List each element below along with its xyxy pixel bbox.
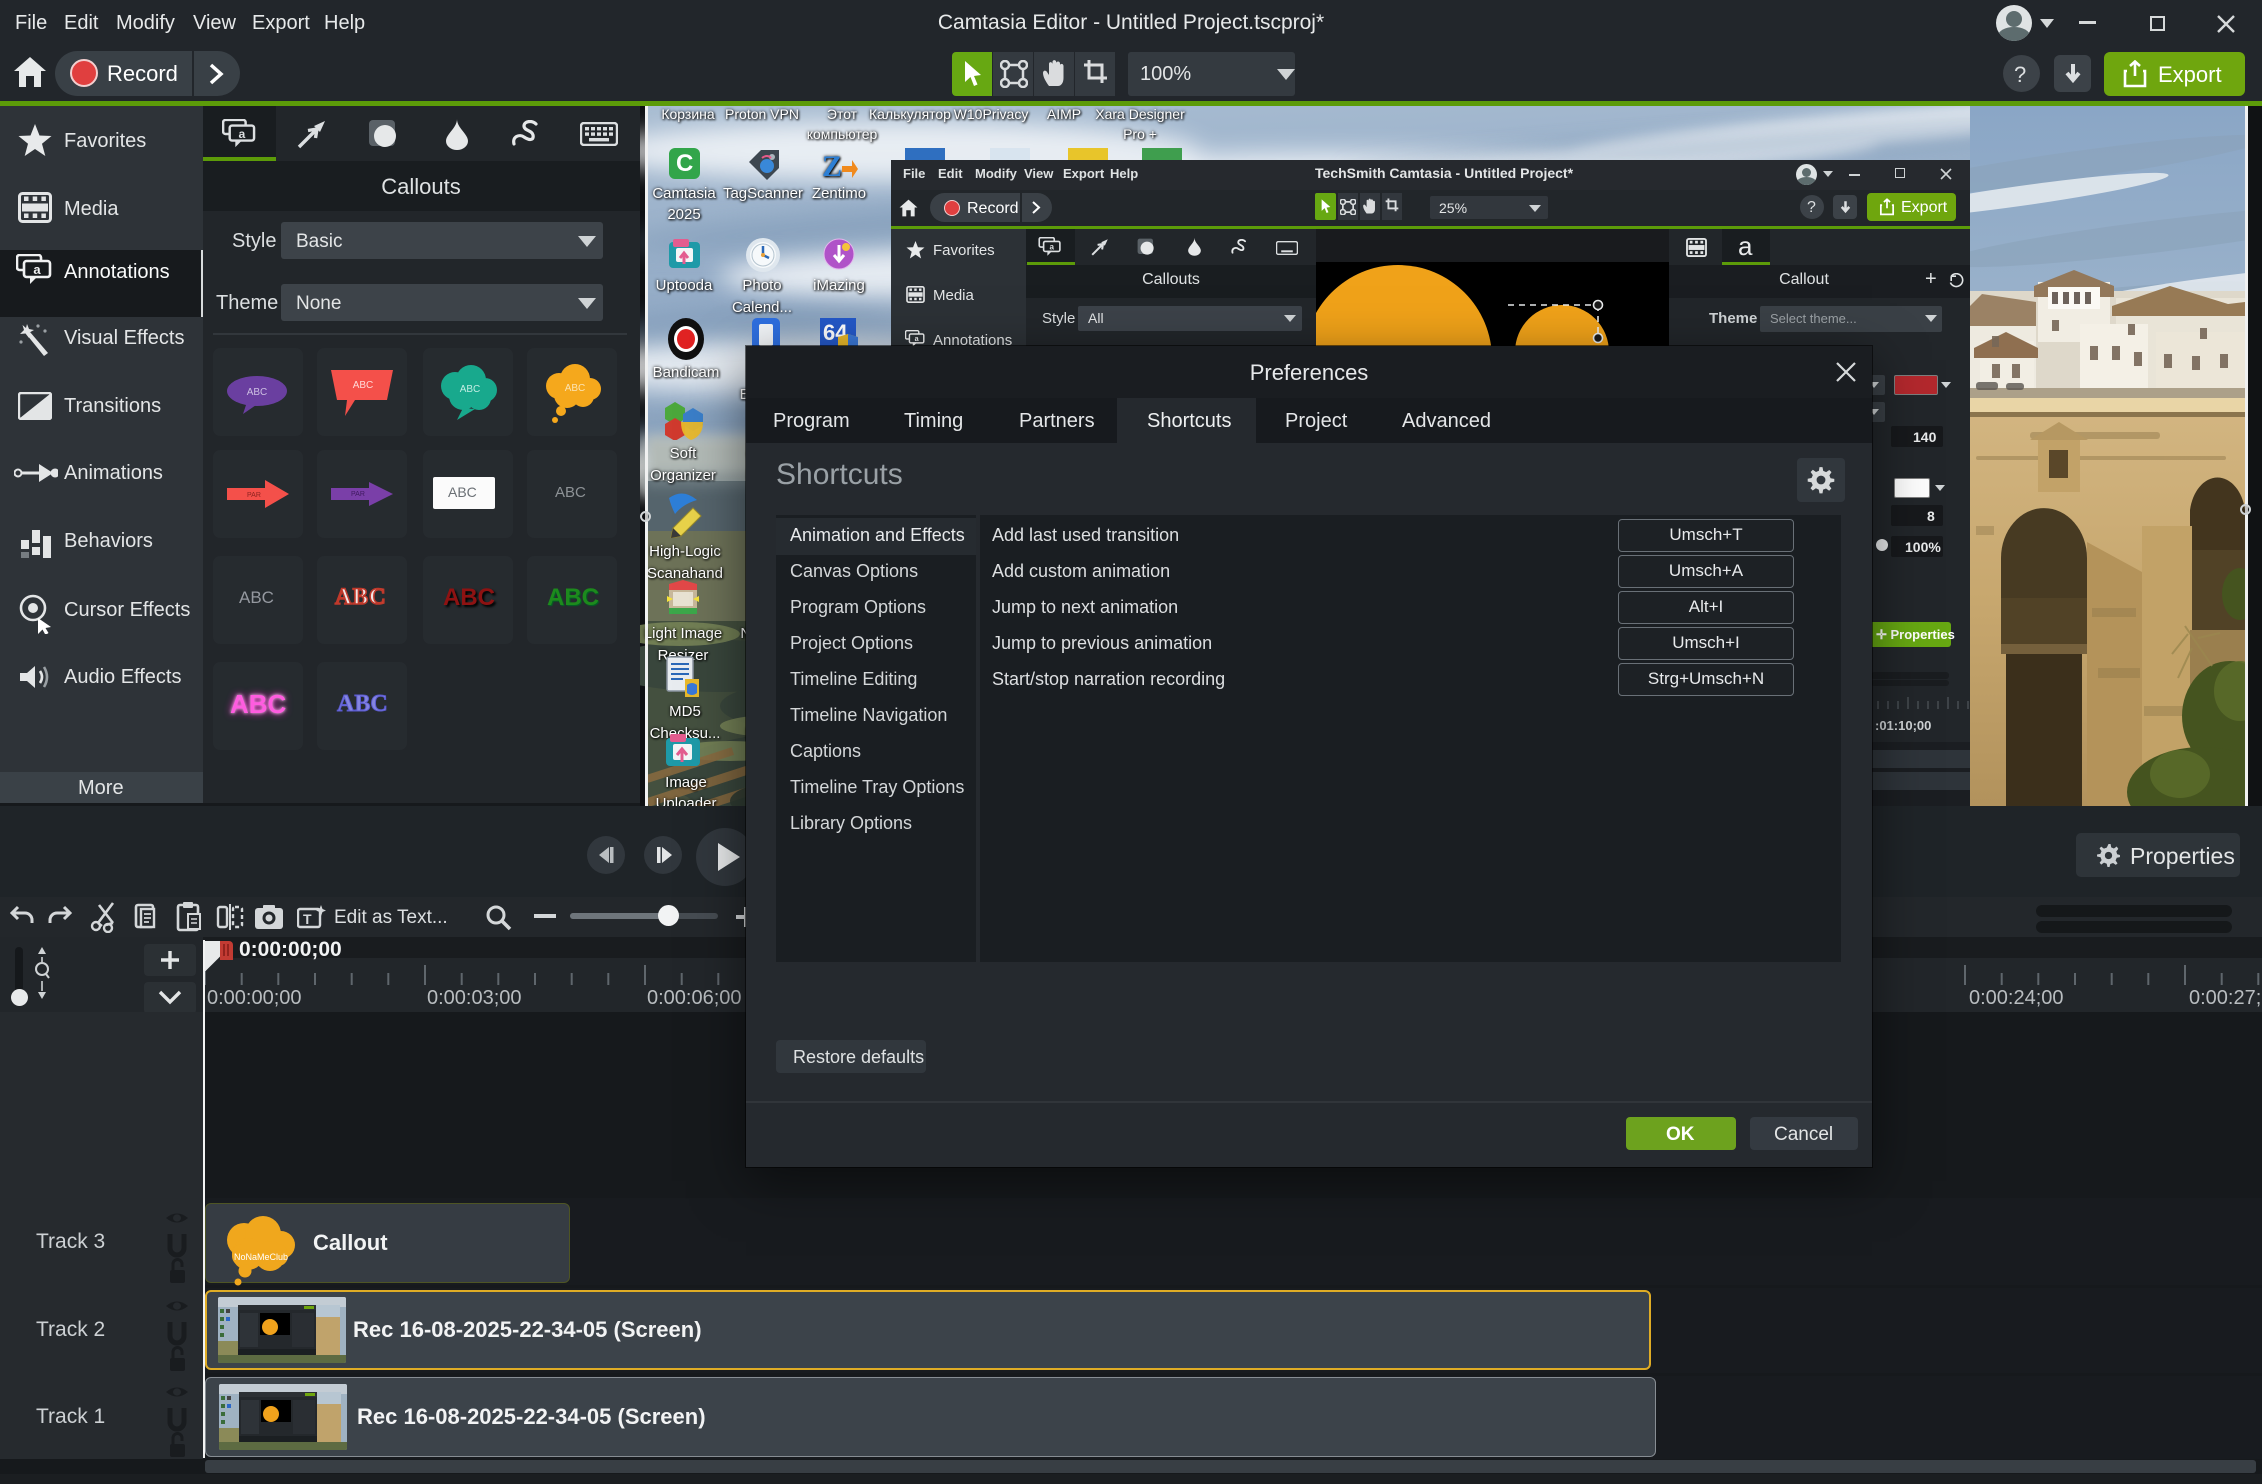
- svg-text:PAR: PAR: [247, 492, 261, 499]
- svg-text:PAR: PAR: [351, 491, 365, 498]
- svg-text:ABC: ABC: [353, 380, 374, 391]
- svg-text:a: a: [33, 262, 41, 277]
- svg-text:a: a: [1049, 243, 1054, 252]
- svg-text:ABC: ABC: [247, 387, 268, 398]
- svg-text:T: T: [303, 911, 312, 927]
- svg-text:Z: Z: [822, 150, 842, 182]
- svg-text:ABC: ABC: [565, 383, 586, 394]
- svg-text:NoNaMeClub: NoNaMeClub: [234, 1252, 288, 1262]
- svg-text:ABC: ABC: [460, 384, 481, 395]
